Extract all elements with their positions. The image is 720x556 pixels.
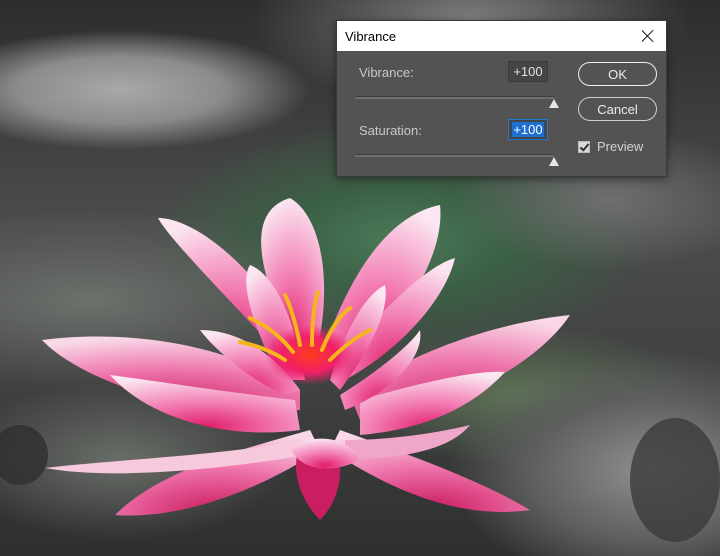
close-icon[interactable]: [640, 28, 656, 44]
vibrance-input[interactable]: +100: [508, 61, 548, 82]
vibrance-slider-track[interactable]: [355, 96, 554, 99]
saturation-slider-track[interactable]: [355, 154, 554, 157]
ok-button[interactable]: OK: [578, 62, 657, 86]
preview-checkbox-row[interactable]: Preview: [578, 139, 643, 154]
vibrance-label: Vibrance:: [359, 65, 414, 80]
preview-label: Preview: [597, 139, 644, 154]
vibrance-dialog: Vibrance Vibrance: +100 Saturation: +100…: [336, 20, 667, 177]
dialog-titlebar[interactable]: Vibrance: [337, 21, 666, 51]
saturation-label: Saturation:: [359, 123, 422, 138]
vibrance-slider-thumb[interactable]: [549, 99, 559, 108]
saturation-slider-thumb[interactable]: [549, 157, 559, 166]
preview-checkbox[interactable]: [578, 140, 590, 153]
cancel-button[interactable]: Cancel: [578, 97, 657, 121]
dialog-title: Vibrance: [345, 28, 397, 44]
saturation-input[interactable]: +100: [508, 119, 548, 140]
